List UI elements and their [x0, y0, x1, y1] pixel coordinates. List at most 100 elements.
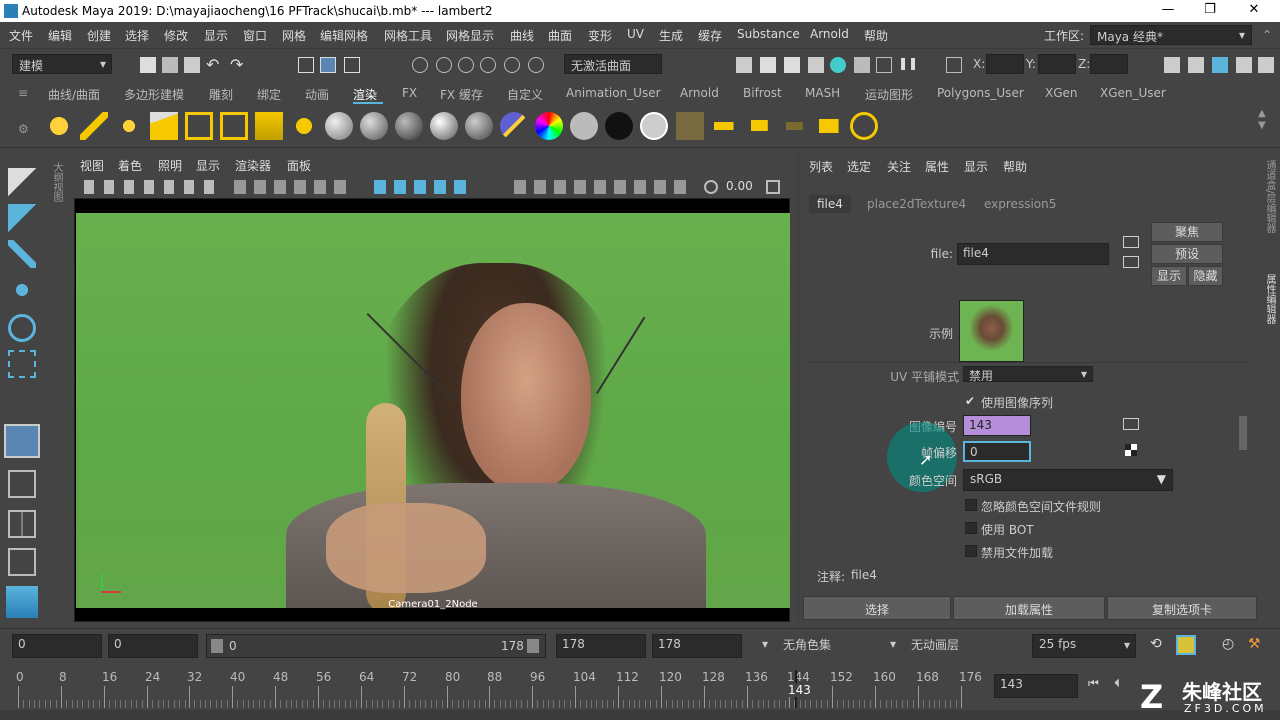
select-object-icon[interactable] [320, 57, 336, 73]
open-scene-icon[interactable] [162, 57, 178, 73]
snap-grid-icon[interactable] [412, 57, 428, 73]
ae-menu-selected[interactable]: 选定 [847, 158, 871, 175]
loop-icon[interactable]: ⟲ [1150, 636, 1162, 652]
menu-mesh-display[interactable]: 网格显示 [446, 27, 494, 44]
ignore-rules-checkbox[interactable] [965, 499, 977, 511]
arnold-render-icon[interactable] [854, 57, 870, 73]
menu-mesh[interactable]: 网格 [282, 27, 306, 44]
vp-menu-shading[interactable]: 着色 [118, 157, 142, 174]
menu-cache[interactable]: 缓存 [698, 27, 722, 44]
viewport-effects-icon[interactable] [514, 180, 694, 194]
absolute-transform-icon[interactable] [946, 57, 962, 73]
vp-menu-renderer[interactable]: 渲染器 [235, 157, 271, 174]
shelf-tab-fx[interactable]: FX [402, 86, 417, 100]
volume-light-icon[interactable] [220, 112, 248, 140]
x-coord-input[interactable] [986, 54, 1024, 74]
ae-menu-show[interactable]: 显示 [964, 158, 988, 175]
modeling-toolkit-icon[interactable] [1188, 57, 1204, 73]
end-time-input[interactable]: 178 [652, 634, 742, 658]
start-time-input[interactable]: 0 [12, 634, 102, 658]
ipr-render-icon[interactable] [808, 57, 824, 73]
shelf-tab-animation-user[interactable]: Animation_User [566, 86, 661, 100]
menu-uv[interactable]: UV [627, 27, 644, 41]
exposure-icon[interactable] [704, 180, 718, 194]
toggle-tools-icon[interactable] [876, 57, 892, 73]
step-back-key-icon[interactable]: ⏴ [1114, 676, 1120, 691]
select-button[interactable]: 选择 [803, 596, 951, 620]
checker-map-icon[interactable] [1125, 444, 1137, 456]
gamma-icon[interactable] [766, 180, 780, 194]
live-surface-field[interactable]: 无激活曲面 [564, 54, 662, 74]
render-view-icon[interactable] [760, 57, 776, 73]
new-scene-icon[interactable] [140, 57, 156, 73]
shelf-tab-rendering[interactable]: 渲染 [353, 86, 377, 103]
menu-mesh-tools[interactable]: 网格工具 [384, 27, 432, 44]
surface-shader-icon[interactable] [570, 112, 598, 140]
attribute-editor-icon[interactable] [1212, 57, 1228, 73]
uv-tiling-select[interactable]: 禁用 ▾ [963, 366, 1093, 383]
ae-menu-list[interactable]: 列表 [809, 158, 833, 175]
menu-edit[interactable]: 编辑 [48, 27, 72, 44]
range-slider-right-handle[interactable] [527, 639, 539, 653]
outliner-side-tab[interactable]: 大纲视图 [50, 162, 64, 222]
menu-curves[interactable]: 曲线 [510, 27, 534, 44]
menu-select[interactable]: 选择 [125, 27, 149, 44]
menu-surfaces[interactable]: 曲面 [548, 27, 572, 44]
load-attributes-button[interactable]: 加载属性 [953, 596, 1105, 620]
menu-edit-mesh[interactable]: 编辑网格 [320, 27, 368, 44]
z-coord-input[interactable] [1090, 54, 1128, 74]
exposure-value[interactable]: 0.00 [726, 179, 753, 193]
viewport[interactable]: Camera01_2Node [74, 198, 790, 622]
blinn-shader-icon[interactable] [325, 112, 353, 140]
menu-substance[interactable]: Substance [737, 27, 800, 41]
snap-surface-icon[interactable] [504, 57, 520, 73]
current-time-input[interactable]: 143 [994, 674, 1078, 698]
shelf-tab-xgen-user[interactable]: XGen_User [1100, 86, 1166, 100]
channel-box-icon[interactable] [1258, 57, 1274, 73]
scale-tool-icon[interactable] [8, 350, 36, 378]
menu-generate[interactable]: 生成 [659, 27, 683, 44]
copy-tab-button[interactable]: 复制选项卡 [1107, 596, 1257, 620]
image-number-input[interactable]: 143 [963, 415, 1031, 436]
snap-view-icon[interactable] [480, 57, 496, 73]
sign-in-icon[interactable] [1164, 57, 1180, 73]
spot-light-icon[interactable] [150, 112, 178, 140]
render-frame-icon[interactable] [784, 57, 800, 73]
use-background-icon[interactable] [605, 112, 633, 140]
rotate-tool-icon[interactable] [8, 314, 36, 342]
shelf-tab-polygons-user[interactable]: Polygons_User [937, 86, 1024, 100]
display-toggles-icon[interactable] [234, 180, 354, 194]
shelf-tab-arnold[interactable]: Arnold [680, 86, 719, 100]
redo-icon[interactable]: ↷ [230, 55, 243, 74]
hypershade-icon[interactable] [830, 57, 846, 73]
frame-offset-input[interactable]: 0 [963, 441, 1031, 462]
presets-button[interactable]: 预设 [1151, 244, 1223, 264]
shelf-tab-animation[interactable]: 动画 [305, 86, 329, 103]
single-view-icon[interactable] [8, 470, 36, 498]
phong-e-shader-icon[interactable] [430, 112, 458, 140]
shelf-tab-curves[interactable]: 曲线/曲面 [48, 86, 100, 103]
time-slider[interactable]: 0 8 16 24 32 40 48 56 64 72 80 88 96 104 112 120 128 136 1… [0, 664, 1280, 720]
close-button[interactable]: ✕ [1234, 2, 1274, 20]
anim-end-input[interactable]: 178 [556, 634, 646, 658]
auto-key-icon[interactable] [1176, 635, 1196, 655]
ae-tab-place2d[interactable]: place2dTexture4 [859, 195, 974, 213]
batch-render-icon[interactable] [710, 112, 738, 140]
ambient-light-icon[interactable] [45, 112, 73, 140]
restore-button[interactable]: ❐ [1190, 2, 1230, 20]
hypershade-quick-icon[interactable] [4, 424, 40, 458]
directional-light-icon[interactable] [80, 112, 108, 140]
pause-icon[interactable]: ❚❚ [898, 56, 918, 70]
anim-start-input[interactable]: 0 [108, 634, 198, 658]
hide-button[interactable]: 隐藏 [1188, 266, 1223, 286]
sound-icon[interactable]: ◴ [1222, 636, 1234, 652]
shelf-tab-fx-cache[interactable]: FX 缓存 [440, 86, 483, 103]
menu-window[interactable]: 窗口 [243, 27, 267, 44]
menu-create[interactable]: 创建 [87, 27, 111, 44]
tool-settings-icon[interactable] [1236, 57, 1252, 73]
shading-group-icon[interactable] [640, 112, 668, 140]
character-set-select[interactable]: 无角色集 [778, 634, 878, 658]
select-tool-icon[interactable] [8, 168, 36, 196]
shelf-tab-sculpt[interactable]: 雕刻 [209, 86, 233, 103]
render-target-icon[interactable] [850, 112, 878, 140]
